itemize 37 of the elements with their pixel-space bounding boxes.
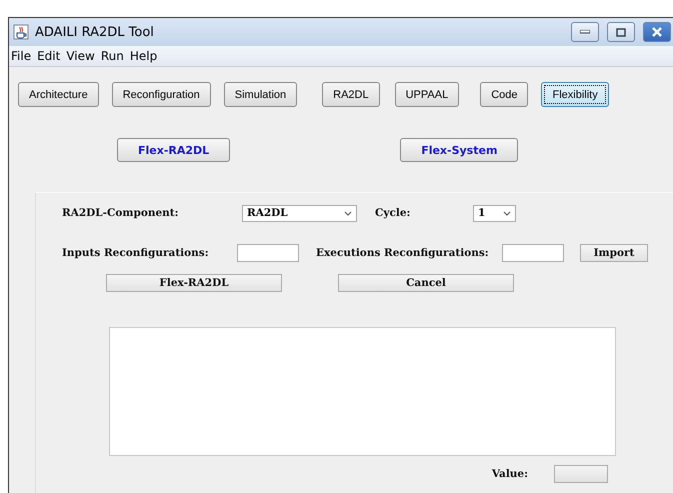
cancel-button[interactable]: Cancel — [338, 274, 514, 292]
maximize-icon — [616, 28, 626, 36]
menu-item[interactable]: View — [66, 49, 95, 63]
close-icon — [652, 27, 662, 37]
toolbar-button[interactable]: RA2DL — [322, 82, 380, 107]
toolbar-button[interactable]: Simulation — [224, 82, 298, 107]
menu-item[interactable]: Edit — [37, 49, 60, 63]
field-label: Inputs Reconfigurations: — [62, 247, 210, 259]
close-button[interactable] — [643, 22, 671, 42]
field-label: RA2DL-Component: — [62, 207, 180, 219]
import-button[interactable]: Import — [580, 244, 648, 262]
toolbar-button[interactable]: Flexibility — [541, 82, 609, 107]
menu-item[interactable]: Help — [130, 49, 158, 63]
maximize-button[interactable] — [607, 22, 635, 42]
minimize-button[interactable] — [571, 22, 599, 42]
field-label: Executions Reconfigurations: — [316, 247, 490, 259]
menu-item[interactable]: Run — [100, 49, 124, 63]
java-cup-icon — [13, 24, 29, 40]
caret-icon — [503, 210, 511, 216]
toolbar-button[interactable]: Code — [480, 82, 528, 107]
cycle-dropdown[interactable]: 1 — [473, 204, 516, 222]
window-title: ADAILI RA2DL Tool — [35, 24, 155, 40]
input-field[interactable] — [502, 244, 564, 262]
field-label: Cycle: — [375, 207, 412, 219]
toolbar-button[interactable]: Architecture — [18, 82, 99, 107]
menu-item[interactable]: File — [11, 49, 32, 63]
toolbar-button[interactable]: Reconfiguration — [112, 82, 211, 107]
value-label: Value: — [492, 468, 528, 480]
minimize-icon — [580, 30, 590, 34]
mode-button[interactable]: Flex-RA2DL — [117, 138, 230, 162]
flex-ra2dl-button[interactable]: Flex-RA2DL — [106, 274, 282, 292]
toolbar-button[interactable]: UPPAAL — [394, 82, 460, 107]
component-dropdown[interactable]: RA2DL — [242, 204, 357, 222]
value-field[interactable] — [554, 465, 608, 483]
caret-icon — [344, 210, 352, 216]
mode-button[interactable]: Flex-System — [400, 138, 518, 162]
input-field[interactable] — [237, 244, 299, 262]
